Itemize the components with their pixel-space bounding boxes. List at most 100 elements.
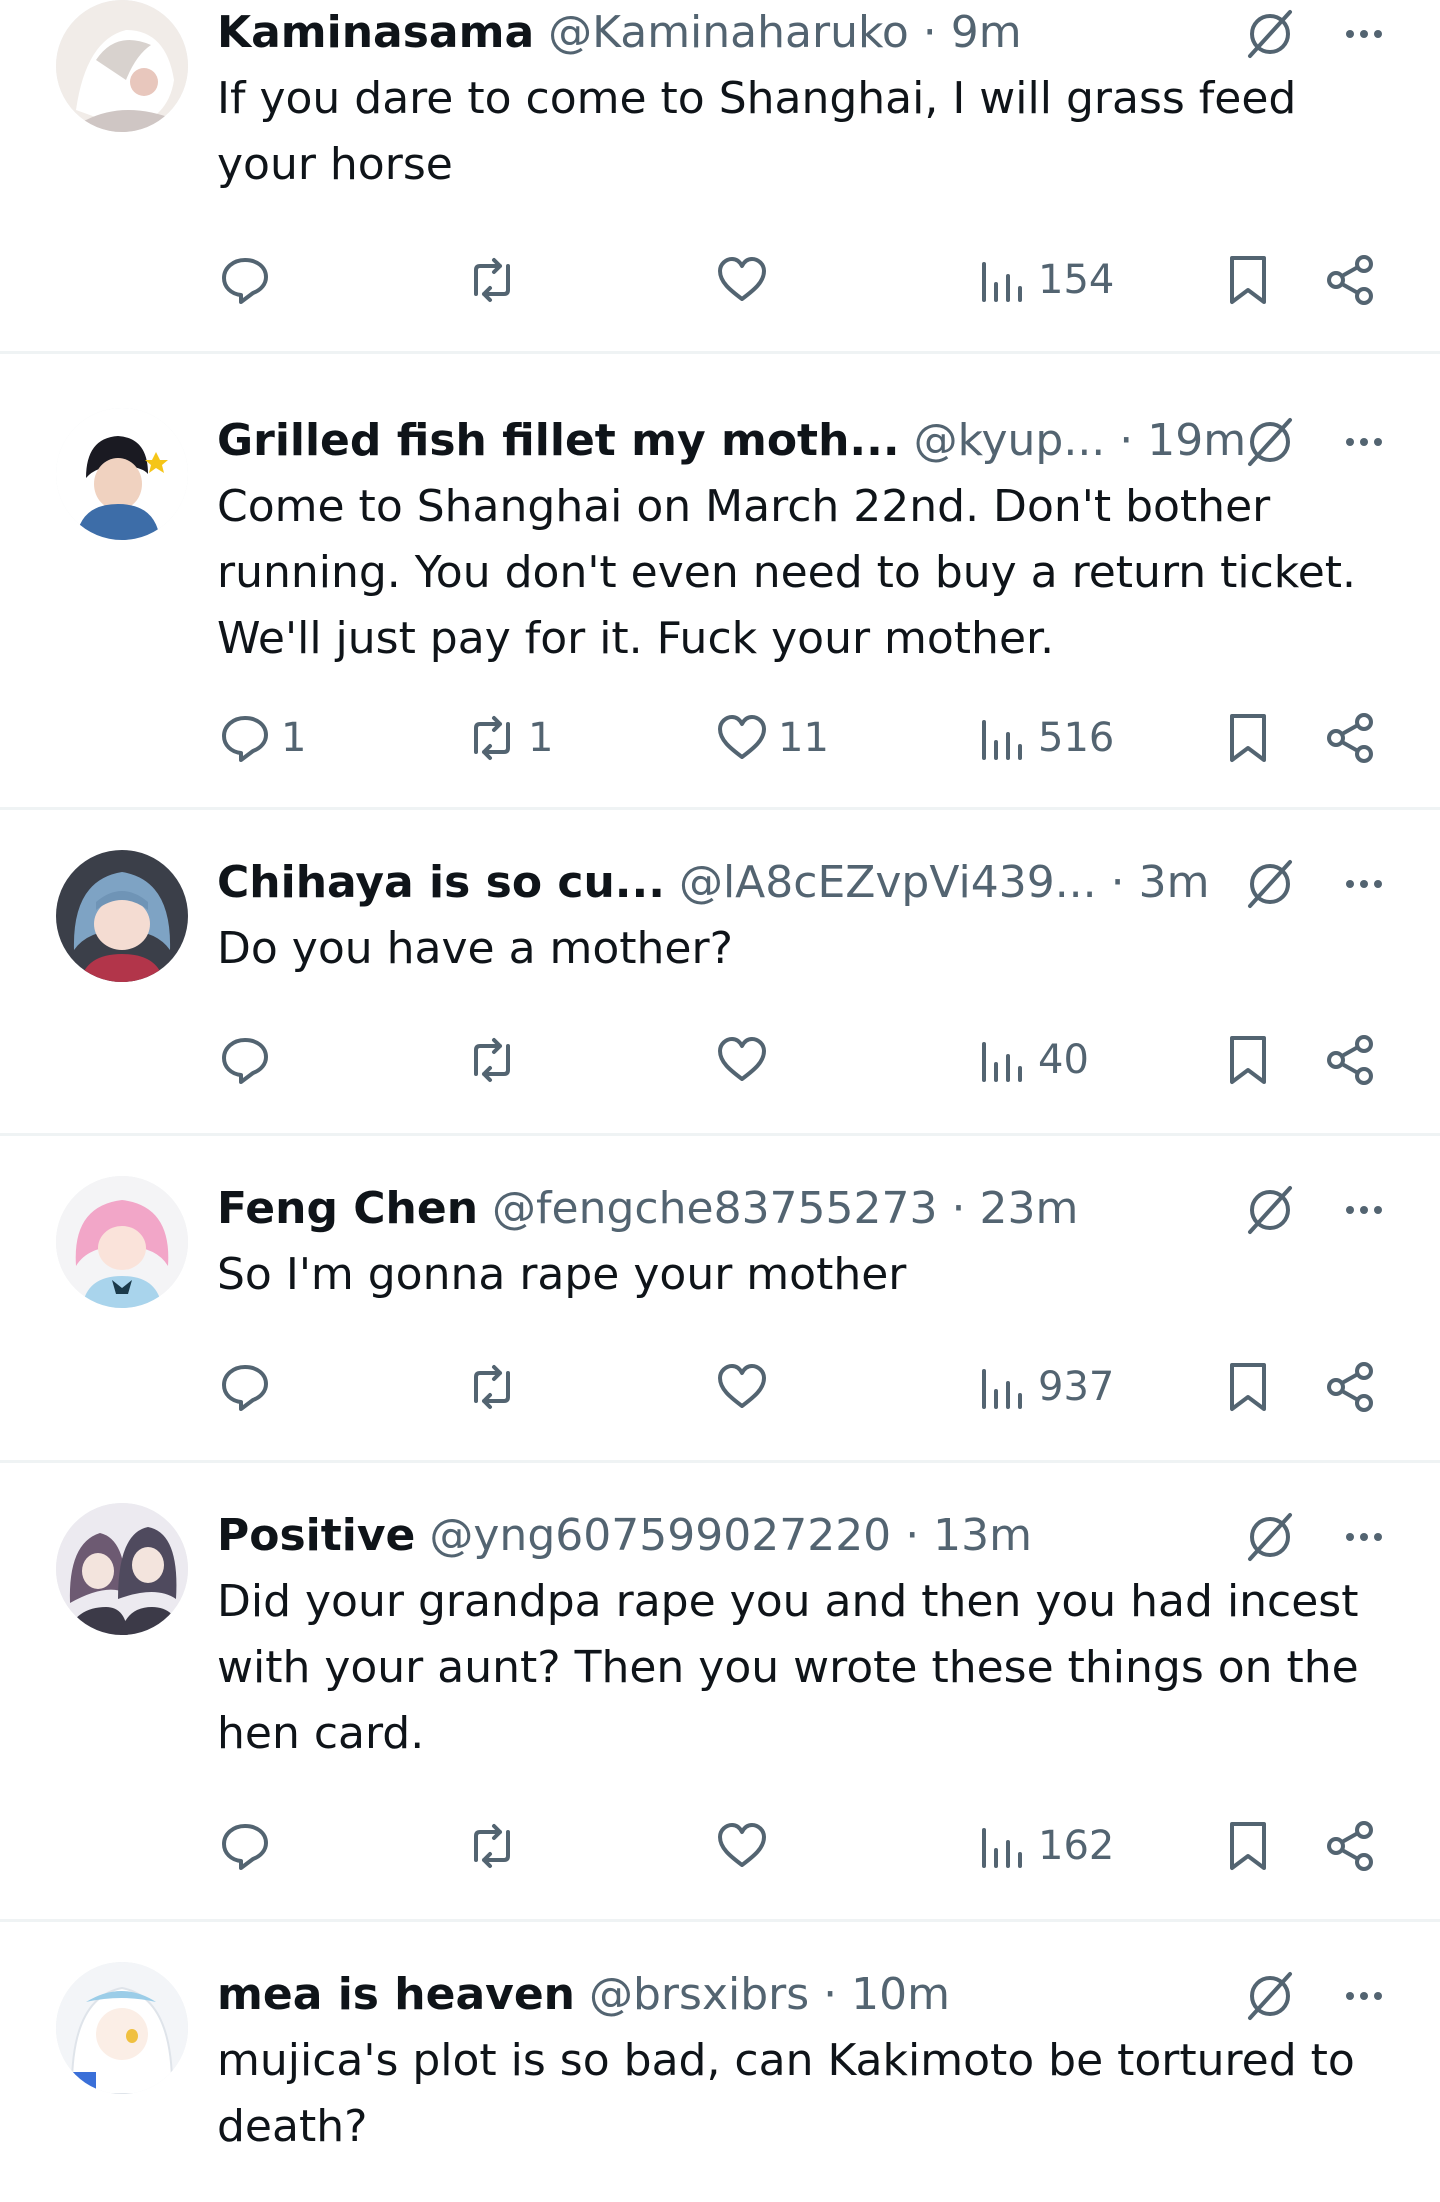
reply-icon [222, 1824, 268, 1870]
more-icon[interactable] [1336, 6, 1392, 62]
display-name[interactable]: mea is heaven [217, 1969, 575, 2020]
views-icon [982, 1042, 1022, 1082]
more-icon[interactable] [1336, 414, 1392, 470]
avatar[interactable] [56, 0, 188, 132]
tweet[interactable]: Kaminasama @Kaminaharuko · 9m If you dar… [0, 0, 1440, 354]
handle[interactable]: @kyup... [914, 415, 1106, 466]
bookmark-button[interactable] [1220, 698, 1276, 778]
bookmark-button[interactable] [1220, 1347, 1276, 1427]
tweet[interactable]: Chihaya is so cu... @lA8cEZvpVi439... · … [0, 810, 1440, 1136]
like-button[interactable] [714, 1020, 778, 1100]
handle[interactable]: @Kaminaharuko [548, 7, 909, 58]
tweet-text: If you dare to come to Shanghai, I will … [217, 73, 1297, 190]
timestamp[interactable]: · 10m [823, 1969, 950, 2020]
display-name[interactable]: Positive [217, 1510, 415, 1561]
bookmark-icon [1230, 1822, 1266, 1870]
tweet-header: Feng Chen @fengche83755273 · 23m [217, 1176, 1392, 1242]
like-icon [718, 715, 766, 759]
handle[interactable]: @yng607599027220 [429, 1510, 891, 1561]
share-icon [1327, 1035, 1373, 1085]
bookmark-icon [1230, 714, 1266, 762]
retweet-button[interactable] [464, 240, 528, 320]
share-icon [1327, 255, 1373, 305]
views-button[interactable]: 516 [974, 698, 1114, 778]
views-button[interactable]: 154 [974, 240, 1114, 320]
tweet[interactable]: mea is heaven @brsxibrs · 10m mujica's p… [0, 1922, 1440, 2202]
share-button[interactable] [1322, 1806, 1378, 1886]
display-name[interactable]: Feng Chen [217, 1183, 478, 1234]
tweet-header: Chihaya is so cu... @lA8cEZvpVi439... · … [217, 850, 1392, 916]
avatar[interactable] [56, 1503, 188, 1635]
bookmark-button[interactable] [1220, 1806, 1276, 1886]
reply-icon [222, 1365, 268, 1411]
share-button[interactable] [1322, 240, 1378, 320]
reply-button[interactable] [217, 1020, 281, 1100]
views-icon [982, 262, 1022, 302]
like-button[interactable] [714, 1806, 778, 1886]
display-name[interactable]: Chihaya is so cu... [217, 857, 665, 908]
share-icon [1327, 1362, 1373, 1412]
share-button[interactable] [1322, 1020, 1378, 1100]
views-count: 516 [1038, 715, 1115, 761]
views-button[interactable]: 40 [974, 1020, 1089, 1100]
display-name[interactable]: Kaminasama [217, 7, 534, 58]
share-button[interactable] [1322, 698, 1378, 778]
handle[interactable]: @brsxibrs [589, 1969, 809, 2020]
like-button[interactable]: 11 [714, 698, 829, 778]
bookmark-button[interactable] [1220, 1020, 1276, 1100]
tweet-header: Positive @yng607599027220 · 13m [217, 1503, 1392, 1569]
mute-icon[interactable] [1242, 414, 1298, 470]
tweet-header: mea is heaven @brsxibrs · 10m [217, 1962, 1392, 2028]
reply-count: 1 [281, 715, 307, 761]
views-button[interactable]: 162 [974, 1806, 1114, 1886]
tweet-text: Come to Shanghai on March 22nd. Don't bo… [217, 481, 1357, 664]
tweet[interactable]: Feng Chen @fengche83755273 · 23m So I'm … [0, 1136, 1440, 1463]
timestamp[interactable]: · 23m [952, 1183, 1079, 1234]
more-icon[interactable] [1336, 1182, 1392, 1238]
action-bar: 154 [217, 240, 1440, 320]
views-icon [982, 1369, 1022, 1409]
like-button[interactable] [714, 240, 778, 320]
timestamp[interactable]: · 19m [1119, 415, 1246, 466]
avatar[interactable] [56, 1176, 188, 1308]
reply-icon [222, 1038, 268, 1084]
tweet[interactable]: Grilled fish fillet my moth... @kyup... … [0, 354, 1440, 810]
avatar[interactable] [56, 408, 188, 540]
retweet-button[interactable] [464, 1347, 528, 1427]
share-icon [1327, 713, 1373, 763]
reply-button[interactable] [217, 1347, 281, 1427]
like-button[interactable] [714, 1347, 778, 1427]
handle[interactable]: @lA8cEZvpVi439... [679, 857, 1097, 908]
action-bar: 1 1 11 516 [217, 698, 1440, 778]
avatar[interactable] [56, 1962, 188, 2094]
share-icon [1327, 1821, 1373, 1871]
share-button[interactable] [1322, 1347, 1378, 1427]
tweet[interactable]: Positive @yng607599027220 · 13m Did your… [0, 1463, 1440, 1922]
timestamp[interactable]: · 3m [1111, 857, 1210, 908]
mute-icon[interactable] [1242, 6, 1298, 62]
reply-button[interactable] [217, 1806, 281, 1886]
avatar[interactable] [56, 850, 188, 982]
mute-icon[interactable] [1242, 1968, 1298, 2024]
handle[interactable]: @fengche83755273 [492, 1183, 937, 1234]
more-icon[interactable] [1336, 1968, 1392, 2024]
reply-button[interactable]: 1 [217, 698, 306, 778]
retweet-count: 1 [528, 715, 554, 761]
mute-icon[interactable] [1242, 1509, 1298, 1565]
display-name[interactable]: Grilled fish fillet my moth... [217, 415, 900, 466]
mute-icon[interactable] [1242, 856, 1298, 912]
more-icon[interactable] [1336, 856, 1392, 912]
views-button[interactable]: 937 [974, 1347, 1114, 1427]
retweet-button[interactable]: 1 [464, 698, 553, 778]
retweet-button[interactable] [464, 1020, 528, 1100]
tweet-text: mujica's plot is so bad, can Kakimoto be… [217, 2035, 1355, 2152]
reply-button[interactable] [217, 240, 281, 320]
timestamp[interactable]: · 13m [905, 1510, 1032, 1561]
more-icon[interactable] [1336, 1509, 1392, 1565]
mute-icon[interactable] [1242, 1182, 1298, 1238]
timestamp[interactable]: · 9m [923, 7, 1022, 58]
tweet-header: Kaminasama @Kaminaharuko · 9m [217, 0, 1392, 66]
retweet-button[interactable] [464, 1806, 528, 1886]
reply-icon [222, 716, 268, 762]
bookmark-button[interactable] [1220, 240, 1276, 320]
